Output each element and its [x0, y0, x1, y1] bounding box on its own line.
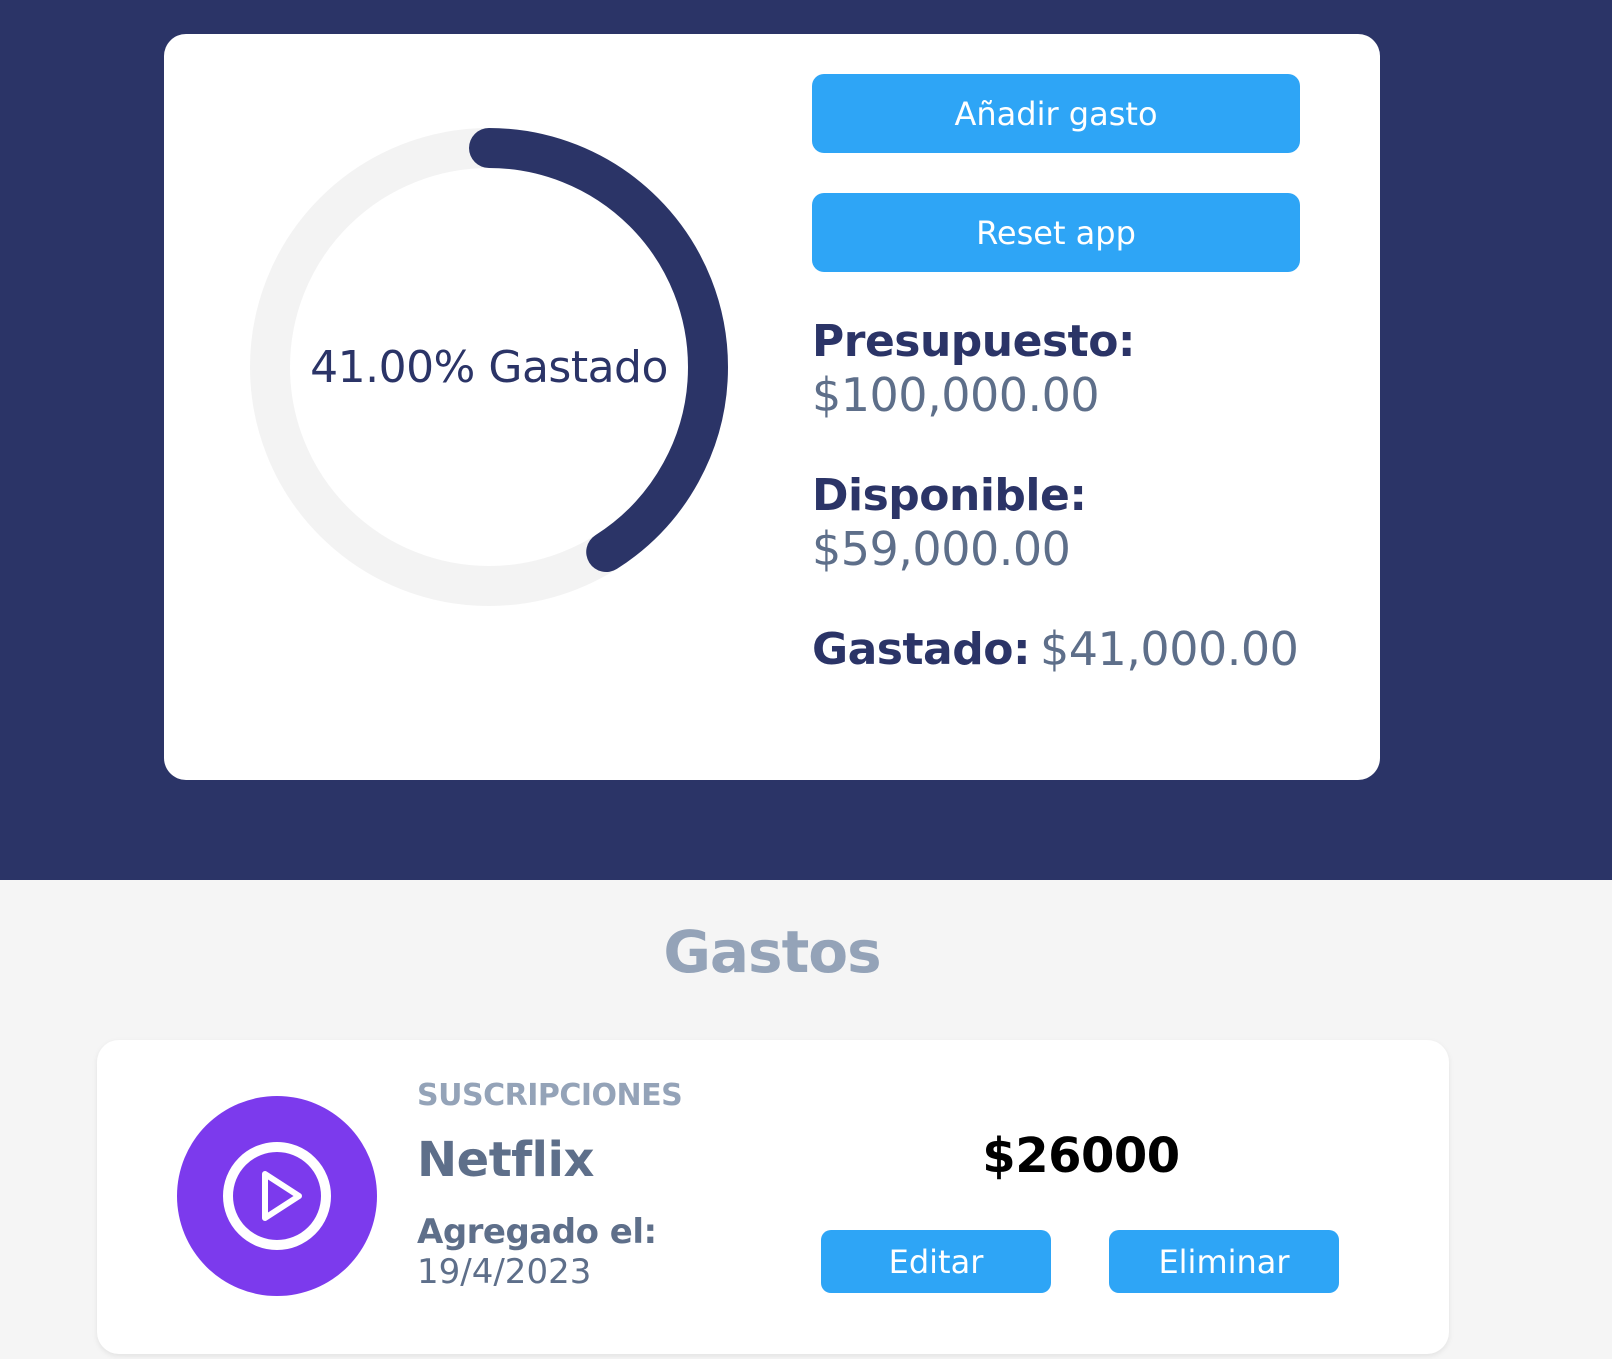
- expense-item: SUSCRIPCIONES Netflix Agregado el: 19/4/…: [97, 1040, 1449, 1354]
- gastado-value: $41,000.00: [1040, 622, 1299, 676]
- add-expense-button[interactable]: Añadir gasto: [812, 74, 1300, 153]
- disponible-value: $59,000.00: [812, 522, 1071, 576]
- play-circle-icon: [177, 1096, 377, 1296]
- budget-card: 41.00% Gastado Añadir gasto Reset app Pr…: [164, 34, 1380, 780]
- percent-spent-label: 41.00% Gastado: [310, 341, 668, 393]
- header-section: 41.00% Gastado Añadir gasto Reset app Pr…: [0, 0, 1612, 880]
- expense-amount: $26000: [982, 1128, 1180, 1184]
- expense-category: SUSCRIPCIONES: [417, 1078, 683, 1113]
- reset-app-button[interactable]: Reset app: [812, 193, 1300, 272]
- added-date-value: 19/4/2023: [417, 1252, 592, 1292]
- presupuesto-label: Presupuesto:: [812, 316, 1136, 367]
- added-date-label: Agregado el:: [417, 1212, 657, 1252]
- delete-expense-button[interactable]: Eliminar: [1109, 1230, 1339, 1293]
- presupuesto-value: $100,000.00: [812, 368, 1100, 422]
- progress-ring: 41.00% Gastado: [244, 122, 734, 612]
- disponible-label: Disponible:: [812, 470, 1087, 521]
- expenses-title: Gastos: [663, 918, 881, 986]
- expense-name: Netflix: [417, 1132, 594, 1188]
- gastado-label: Gastado:: [812, 624, 1031, 675]
- edit-expense-button[interactable]: Editar: [821, 1230, 1051, 1293]
